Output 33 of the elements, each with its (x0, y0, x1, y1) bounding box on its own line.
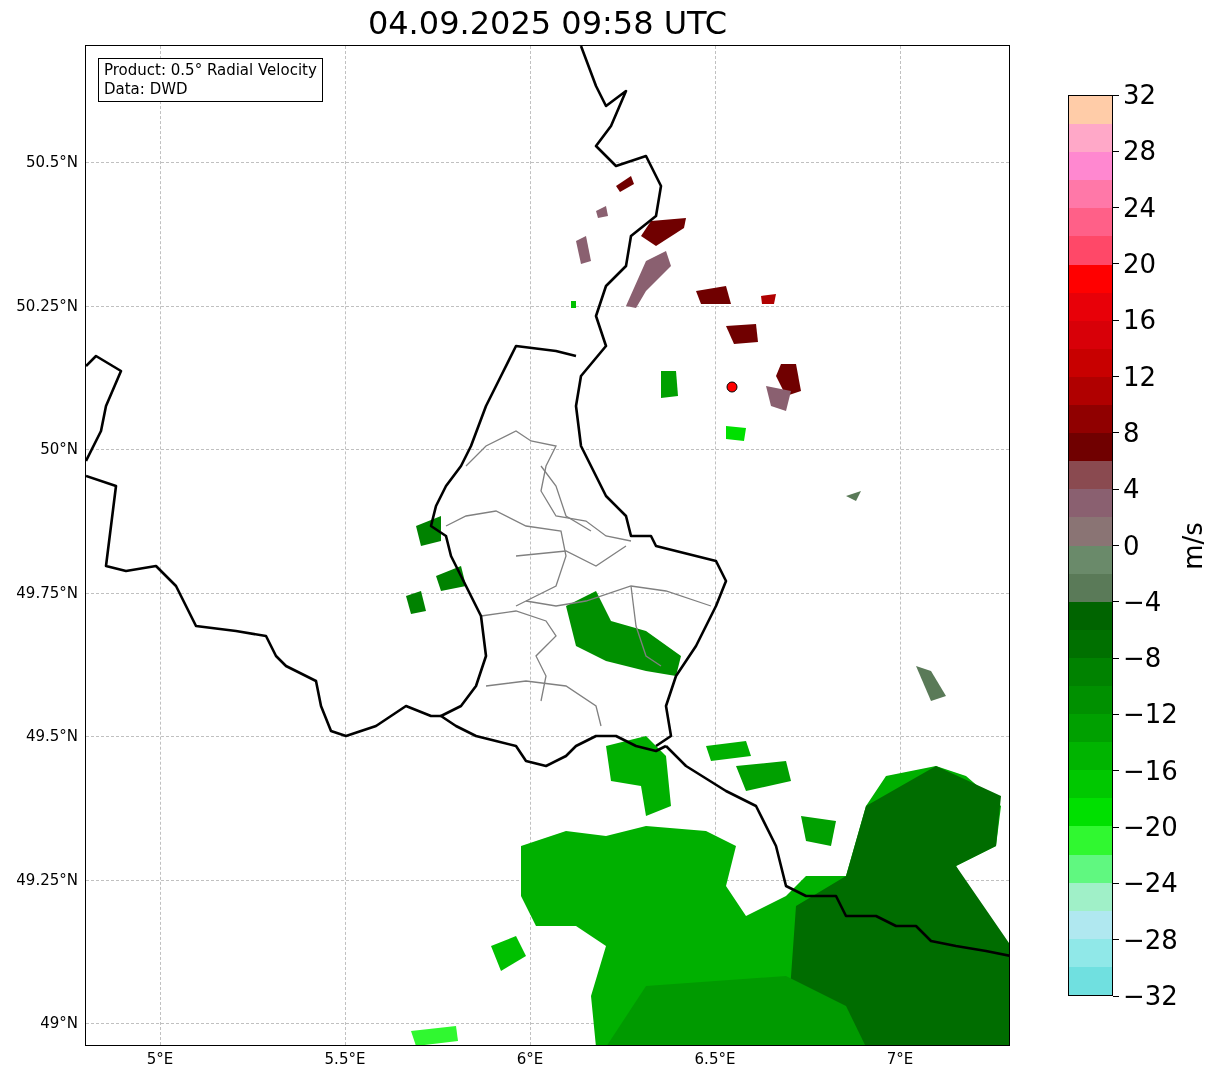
latitude-label: 49.75°N (16, 583, 78, 602)
colorbar-tick-label: 28 (1123, 136, 1157, 167)
colorbar-tick-label: −24 (1123, 868, 1178, 899)
colorbar-tick-label: 8 (1123, 417, 1140, 448)
colorbar-tick-label: 16 (1123, 305, 1157, 336)
colorbar-tick-label: 0 (1123, 530, 1140, 561)
longitude-label: 7°E (886, 1050, 914, 1068)
colorbar-tick-label: −8 (1123, 643, 1162, 674)
latitude-label: 49.25°N (16, 870, 78, 889)
plot-title: 04.09.2025 09:58 UTC (367, 4, 728, 42)
longitude-label: 5.5°E (324, 1050, 366, 1068)
colorbar-tick-label: 24 (1123, 192, 1157, 223)
latitude-label: 49.5°N (25, 727, 78, 745)
latitude-label: 50.25°N (16, 296, 78, 315)
longitude-label: 5°E (146, 1050, 174, 1068)
latitude-label: 50°N (40, 440, 78, 458)
colorbar-tick-label: −20 (1123, 812, 1178, 843)
colorbar-tick-label: −16 (1123, 755, 1178, 786)
colorbar-tick-label: −12 (1123, 699, 1178, 730)
colorbar-tick-label: 4 (1123, 474, 1140, 505)
colorbar-tick-label: 32 (1123, 80, 1157, 110)
latitude-label: 49°N (40, 1014, 78, 1032)
info-text: Product: 0.5° Radial Velocity (104, 61, 317, 80)
colorbar-tick-label: 20 (1123, 248, 1157, 279)
latitude-label: 50.5°N (25, 153, 78, 171)
longitude-label: 6°E (516, 1050, 544, 1068)
colorbar-tick-label: −32 (1123, 981, 1178, 1011)
colorbar-unit-label: m/s (1178, 521, 1208, 570)
colorbar-tick-label: 12 (1123, 361, 1157, 392)
colorbar-tick-label: −4 (1123, 586, 1162, 617)
longitude-label: 6.5°E (694, 1050, 736, 1068)
info-text: Data: DWD (104, 80, 189, 99)
colorbar-tick-label: −28 (1123, 924, 1178, 955)
